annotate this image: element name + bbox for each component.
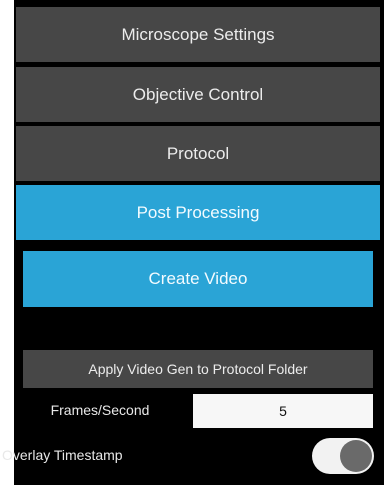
frames-per-second-input[interactable]: 5 <box>193 394 373 428</box>
overlay-timestamp-label: Overlay Timestamp <box>2 447 123 463</box>
post-processing-panel: Microscope Settings Objective Control Pr… <box>2 0 384 485</box>
overlay-timestamp-toggle[interactable] <box>312 438 374 474</box>
protocol-button[interactable]: Protocol <box>16 126 380 181</box>
apply-video-gen-button[interactable]: Apply Video Gen to Protocol Folder <box>23 350 373 388</box>
post-processing-button[interactable]: Post Processing <box>16 185 380 240</box>
create-video-button[interactable]: Create Video <box>23 251 373 307</box>
frames-per-second-label: Frames/Second <box>50 402 150 418</box>
protocol-label: Protocol <box>166 143 230 163</box>
post-processing-label: Post Processing <box>136 202 260 222</box>
objective-control-button[interactable]: Objective Control <box>16 67 380 122</box>
toggle-knob <box>340 440 372 472</box>
create-video-label: Create Video <box>148 269 248 288</box>
apply-video-gen-label: Apply Video Gen to Protocol Folder <box>88 361 308 377</box>
microscope-settings-button[interactable]: Microscope Settings <box>16 7 380 62</box>
microscope-settings-label: Microscope Settings <box>121 24 275 44</box>
objective-control-label: Objective Control <box>132 84 264 104</box>
